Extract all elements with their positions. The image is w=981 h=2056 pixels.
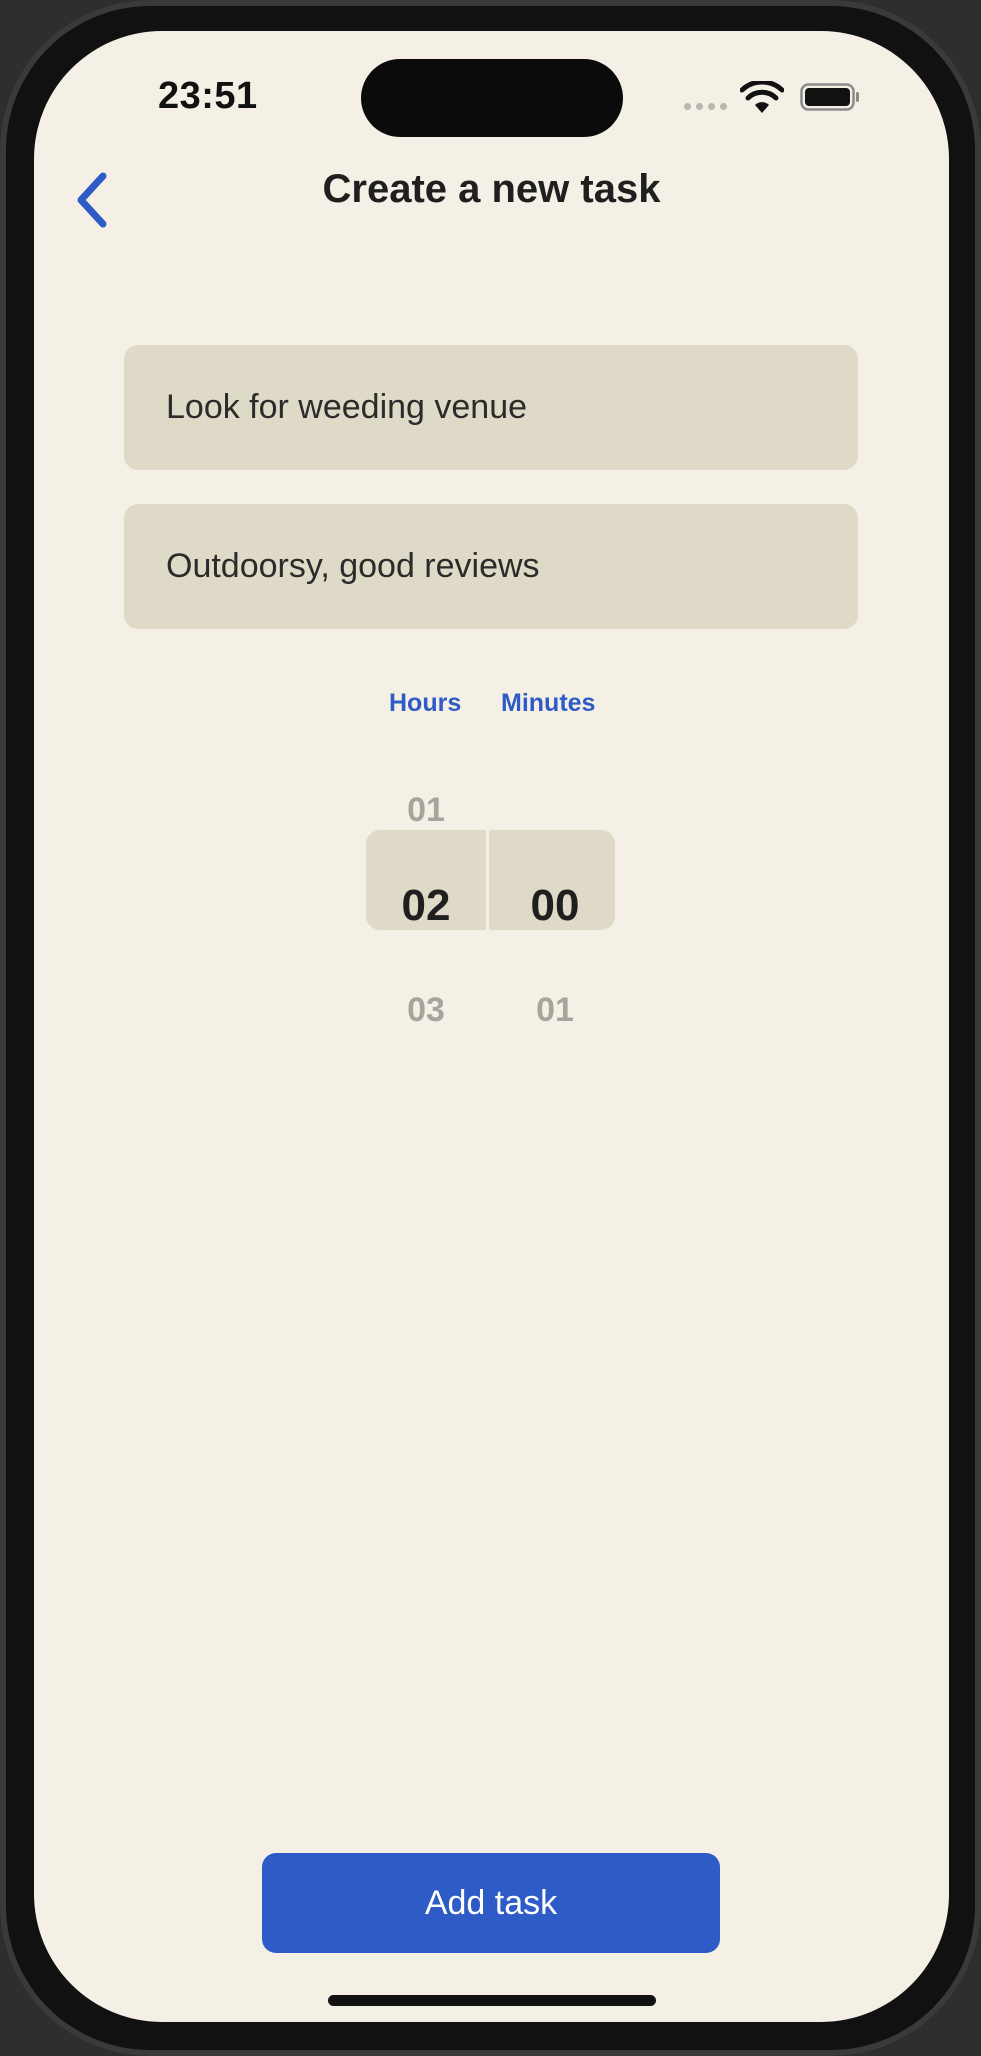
minutes-option-next[interactable]: 01 — [495, 991, 615, 1030]
minutes-option-selected[interactable]: 00 — [495, 881, 615, 931]
hours-option-previous[interactable]: 01 — [366, 791, 486, 830]
home-indicator[interactable] — [328, 1995, 656, 2006]
wifi-icon — [740, 81, 784, 113]
device-stage: 23:51 Create a new task Look for weeding… — [0, 0, 981, 2056]
cellular-signal-icon — [684, 103, 727, 110]
hours-label: Hours — [389, 689, 462, 717]
battery-icon — [800, 83, 859, 111]
minutes-label: Minutes — [501, 689, 596, 717]
page-title: Create a new task — [322, 167, 661, 211]
status-time: 23:51 — [158, 75, 258, 117]
phone-frame: 23:51 Create a new task Look for weeding… — [0, 0, 981, 2056]
add-task-button[interactable]: Add task — [262, 1853, 720, 1953]
task-name-field[interactable]: Look for weeding venue — [124, 345, 858, 470]
hours-option-next[interactable]: 03 — [366, 991, 486, 1030]
task-notes-field[interactable]: Outdoorsy, good reviews — [124, 504, 858, 629]
app-screen: 23:51 Create a new task Look for weeding… — [34, 31, 949, 2022]
dynamic-island — [361, 59, 623, 137]
hours-option-selected[interactable]: 02 — [366, 881, 486, 931]
